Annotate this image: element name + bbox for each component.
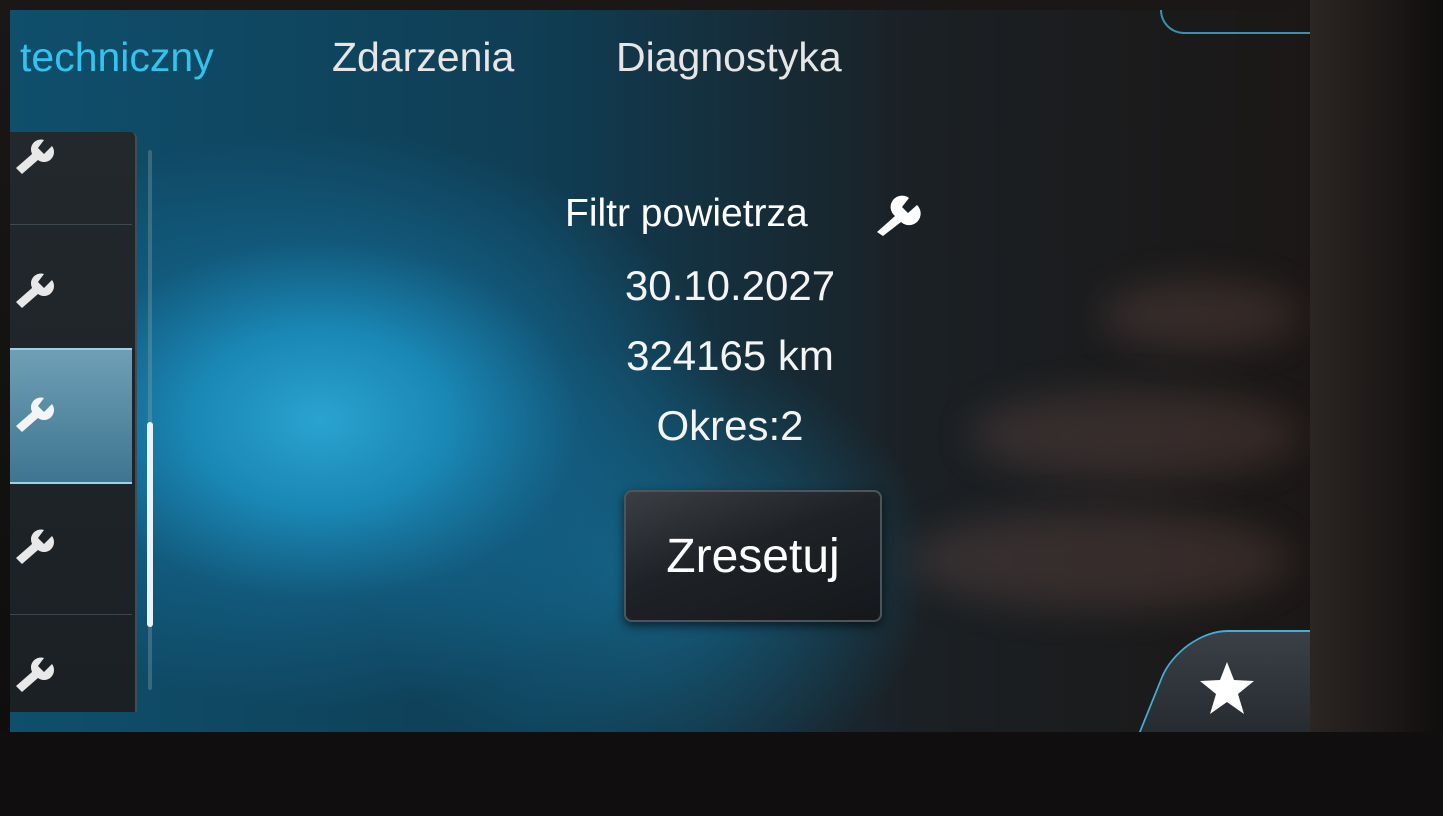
service-due-date: 30.10.2027 bbox=[624, 262, 836, 309]
service-list-item[interactable] bbox=[10, 226, 132, 359]
device-bezel bbox=[1310, 0, 1443, 816]
screen-reflection bbox=[970, 390, 1300, 480]
service-title-row: Filtr powietrza bbox=[550, 190, 950, 240]
tab-techniczny[interactable]: techniczny bbox=[20, 34, 214, 81]
service-list-item-selected[interactable] bbox=[10, 348, 132, 484]
wrench-icon bbox=[16, 397, 54, 432]
tab-diagnostyka[interactable]: Diagnostyka bbox=[616, 34, 842, 81]
wrench-icon bbox=[16, 273, 54, 308]
device-bezel bbox=[0, 732, 1443, 816]
wrench-icon bbox=[16, 139, 54, 174]
top-corner-tab[interactable] bbox=[1160, 10, 1310, 34]
scrollbar-thumb[interactable] bbox=[147, 422, 153, 627]
service-period: Okres:2 bbox=[656, 402, 804, 449]
wrench-icon bbox=[16, 657, 54, 692]
service-item-list bbox=[10, 132, 137, 712]
service-list-item[interactable] bbox=[10, 610, 132, 732]
display-screen: techniczny Zdarzenia Diagnostyka Filtr p… bbox=[10, 10, 1310, 732]
wrench-icon bbox=[16, 529, 54, 564]
tab-zdarzenia[interactable]: Zdarzenia bbox=[332, 34, 514, 81]
wrench-icon bbox=[877, 195, 921, 236]
service-title: Filtr powietrza bbox=[565, 192, 808, 235]
screen-reflection bbox=[1100, 280, 1300, 350]
reset-button[interactable]: Zresetuj bbox=[624, 490, 882, 622]
service-due-distance: 324165 km bbox=[626, 332, 834, 379]
star-icon[interactable] bbox=[1198, 660, 1256, 716]
screen-reflection bbox=[910, 510, 1290, 610]
service-list-item[interactable] bbox=[10, 92, 132, 225]
service-list-item[interactable] bbox=[10, 482, 132, 615]
